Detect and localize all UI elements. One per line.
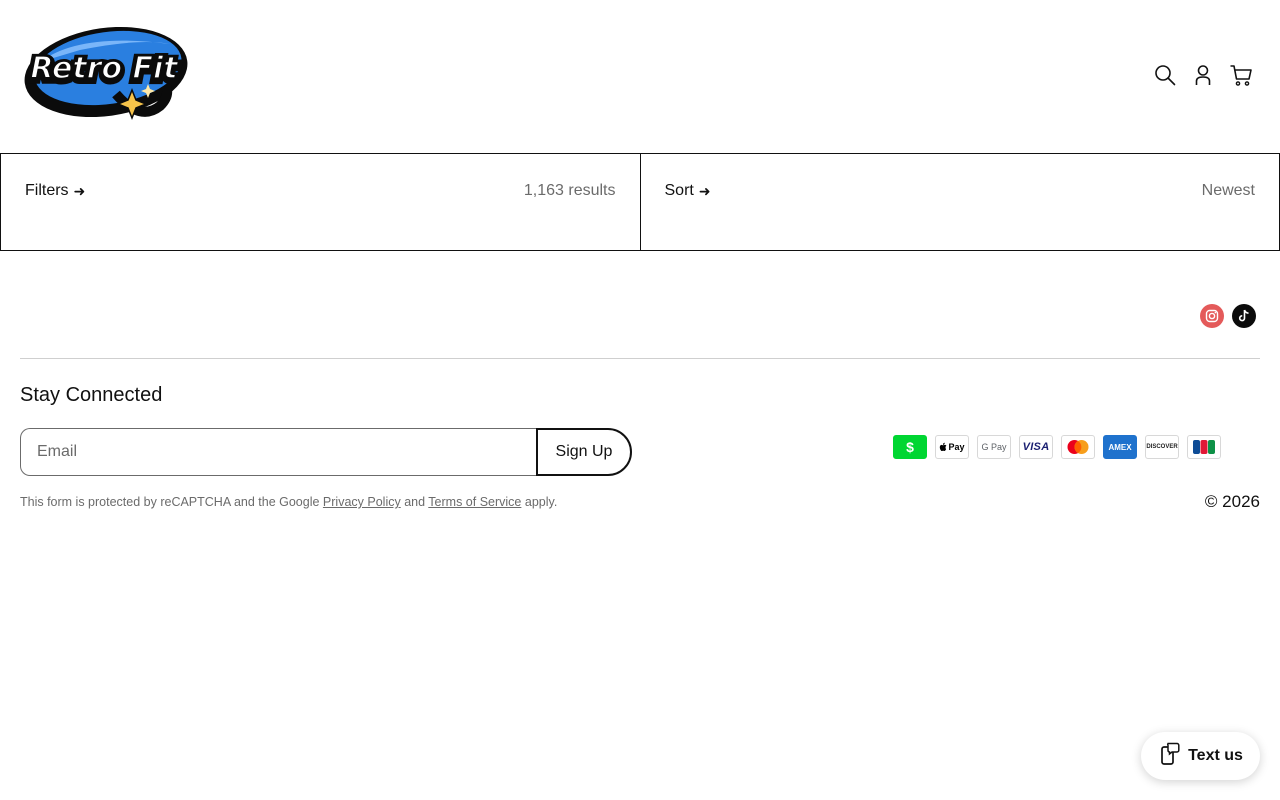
sign-up-button[interactable]: Sign Up bbox=[536, 428, 632, 476]
google-pay-icon: G Pay bbox=[977, 435, 1011, 459]
legal-and: and bbox=[400, 495, 429, 509]
jcb-icon bbox=[1187, 435, 1221, 459]
phone-message-icon bbox=[1158, 742, 1180, 771]
email-field[interactable] bbox=[20, 428, 536, 476]
sort-panel-toggle[interactable]: Sort ➜ Newest bbox=[640, 153, 1280, 251]
site-header: Retro Fit Retro Fit bbox=[0, 0, 1280, 153]
mastercard-icon bbox=[1061, 435, 1095, 459]
visa-icon: VISA bbox=[1019, 435, 1053, 459]
discover-icon: DISCOVER bbox=[1145, 435, 1179, 459]
search-icon[interactable] bbox=[1152, 62, 1178, 88]
instagram-icon[interactable] bbox=[1200, 304, 1224, 328]
filters-button[interactable]: Filters ➜ bbox=[25, 182, 85, 200]
sort-value: Newest bbox=[1201, 182, 1255, 199]
newsletter-form: Sign Up bbox=[20, 428, 632, 476]
newsletter-heading: Stay Connected bbox=[20, 384, 163, 406]
social-links bbox=[1200, 304, 1256, 328]
sort-label: Sort bbox=[664, 182, 694, 199]
cart-icon[interactable] bbox=[1228, 62, 1254, 88]
text-us-button[interactable]: Text us bbox=[1141, 732, 1260, 780]
collection-toolbar: Filters ➜ 1,163 results Sort ➜ Newest bbox=[0, 153, 1280, 251]
header-actions bbox=[1152, 62, 1254, 88]
copyright: © 2026 bbox=[1204, 492, 1260, 511]
legal-prefix: This form is protected by reCAPTCHA and … bbox=[20, 495, 323, 509]
account-icon[interactable] bbox=[1190, 62, 1216, 88]
terms-of-service-link[interactable]: Terms of Service bbox=[428, 495, 521, 509]
results-count: 1,163 results bbox=[523, 182, 616, 199]
retro-fit-logo[interactable]: Retro Fit Retro Fit bbox=[20, 22, 188, 130]
apple-pay-icon: Pay bbox=[935, 435, 969, 459]
arrow-right-icon: ➜ bbox=[698, 182, 711, 199]
payment-methods: $ Pay G Pay VISA AMEX DISCOVER bbox=[893, 435, 1221, 459]
privacy-policy-link[interactable]: Privacy Policy bbox=[323, 495, 401, 509]
recaptcha-notice: This form is protected by reCAPTCHA and … bbox=[20, 495, 557, 509]
footer-divider bbox=[20, 358, 1260, 359]
legal-suffix: apply. bbox=[521, 495, 558, 509]
american-express-icon: AMEX bbox=[1103, 435, 1137, 459]
cash-app-icon: $ bbox=[893, 435, 927, 459]
filters-label: Filters bbox=[25, 182, 69, 199]
text-us-label: Text us bbox=[1188, 747, 1243, 764]
tiktok-icon[interactable] bbox=[1232, 304, 1256, 328]
filters-panel-toggle[interactable]: Filters ➜ 1,163 results bbox=[0, 153, 641, 251]
sort-button[interactable]: Sort ➜ bbox=[665, 182, 711, 200]
svg-text:Retro Fit: Retro Fit bbox=[30, 51, 179, 86]
arrow-right-icon: ➜ bbox=[73, 182, 86, 199]
